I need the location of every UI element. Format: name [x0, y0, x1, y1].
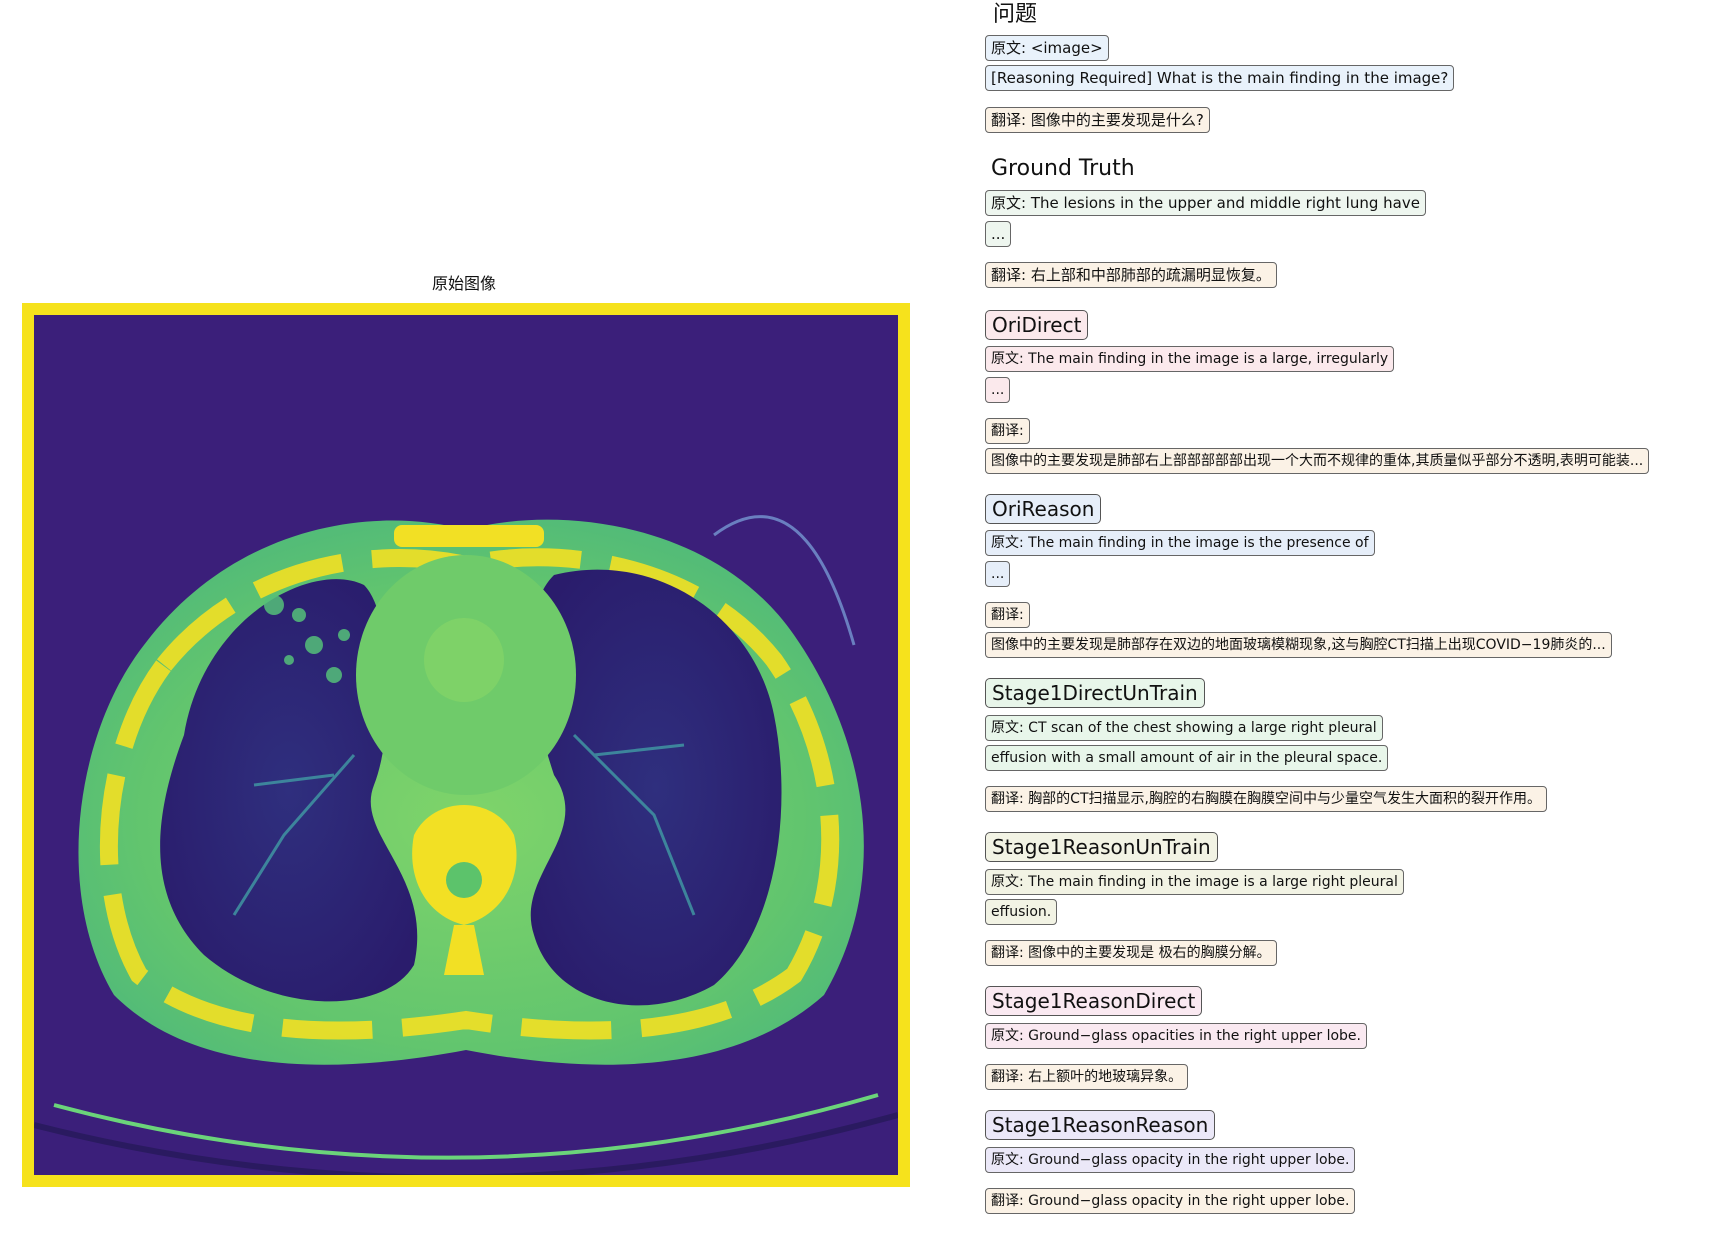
- stage1-reason-reason-tag: Stage1ReasonReason: [985, 1110, 1216, 1140]
- ct-image: [22, 303, 910, 1187]
- question-heading: 问题: [993, 2, 1038, 27]
- stage1-reason-untrain-tag: Stage1ReasonUnTrain: [985, 832, 1218, 862]
- ori-direct-translation: 图像中的主要发现是肺部右上部部部部部出现一个大而不规律的重体,其质量似乎部分不透…: [985, 448, 1650, 474]
- stage1-reason-reason-translation: 翻译: Ground−glass opacity in the right up…: [985, 1188, 1356, 1214]
- stage1-reason-untrain-translation: 翻译: 图像中的主要发现是 极右的胸膜分解。: [985, 940, 1277, 966]
- question-original-line-2: [Reasoning Required] What is the main fi…: [985, 65, 1455, 91]
- ori-reason-translation: 图像中的主要发现是肺部存在双边的地面玻璃模糊现象,这与胸腔CT扫描上出现COVI…: [985, 632, 1612, 658]
- ground-truth-translation: 翻译: 右上部和中部肺部的疏漏明显恢复。: [985, 262, 1277, 288]
- stage1-direct-untrain-original-2: effusion with a small amount of air in t…: [985, 745, 1389, 771]
- ori-reason-translation-label: 翻译:: [985, 602, 1030, 628]
- stage1-reason-direct-original: 原文: Ground−glass opacities in the right …: [985, 1023, 1367, 1049]
- question-original-line-1: 原文: <image>: [985, 35, 1109, 61]
- ori-reason-original: 原文: The main finding in the image is the…: [985, 530, 1375, 556]
- ori-reason-tag: OriReason: [985, 494, 1102, 524]
- ori-direct-tag: OriDirect: [985, 310, 1089, 340]
- ori-reason-ellipsis: ...: [985, 561, 1011, 587]
- stage1-reason-reason-original: 原文: Ground−glass opacity in the right up…: [985, 1147, 1356, 1173]
- ori-direct-translation-label: 翻译:: [985, 418, 1030, 444]
- stage1-reason-direct-translation: 翻译: 右上额叶的地玻璃异象。: [985, 1064, 1189, 1090]
- ground-truth-original: 原文: The lesions in the upper and middle …: [985, 190, 1426, 216]
- ground-truth-ellipsis: ...: [985, 221, 1012, 247]
- stage1-direct-untrain-original-1: 原文: CT scan of the chest showing a large…: [985, 715, 1383, 741]
- stage1-direct-untrain-translation: 翻译: 胸部的CT扫描显示,胸腔的右胸膜在胸膜空间中与少量空气发生大面积的裂开作…: [985, 786, 1547, 812]
- ori-direct-ellipsis: ...: [985, 377, 1011, 403]
- image-title: 原始图像: [431, 274, 496, 293]
- stage1-reason-untrain-original-2: effusion.: [985, 899, 1058, 925]
- ori-direct-original: 原文: The main finding in the image is a l…: [985, 346, 1395, 372]
- stage1-reason-untrain-original-1: 原文: The main finding in the image is a l…: [985, 869, 1404, 895]
- question-translation: 翻译: 图像中的主要发现是什么?: [985, 107, 1210, 133]
- ct-scan-illustration: [34, 315, 898, 1175]
- ground-truth-heading: Ground Truth: [991, 156, 1135, 181]
- stage1-reason-direct-tag: Stage1ReasonDirect: [985, 986, 1203, 1016]
- stage1-direct-untrain-tag: Stage1DirectUnTrain: [985, 678, 1205, 708]
